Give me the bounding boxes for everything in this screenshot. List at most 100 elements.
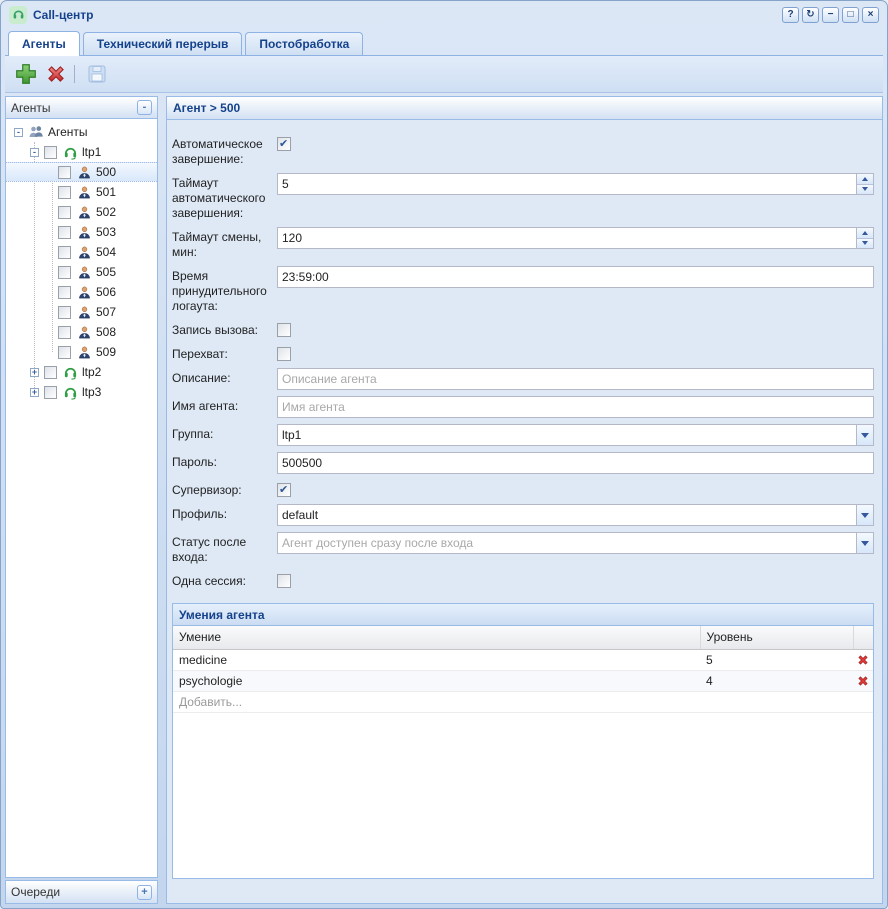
panel-splitter[interactable] bbox=[158, 96, 166, 904]
tree-row-agent[interactable]: 503 bbox=[6, 222, 157, 242]
queues-panel: Очереди + bbox=[5, 880, 158, 904]
agent-name-input[interactable] bbox=[277, 396, 874, 418]
titlebar: Call-центр ? ↻ − □ × bbox=[5, 1, 883, 28]
group-icon bbox=[28, 124, 44, 140]
tree-row-agent[interactable]: 500 bbox=[6, 162, 157, 182]
tree-checkbox[interactable] bbox=[44, 146, 57, 159]
tree-row-agent[interactable]: 509 bbox=[6, 342, 157, 362]
agent-skills-title: Умения агента bbox=[179, 608, 265, 622]
agent-person-icon bbox=[76, 164, 92, 180]
toolbar bbox=[5, 56, 883, 93]
spinner-up-button[interactable] bbox=[857, 174, 873, 185]
save-floppy-icon bbox=[86, 63, 108, 85]
tree-checkbox[interactable] bbox=[58, 266, 71, 279]
group-combo-input[interactable] bbox=[277, 424, 857, 446]
tree-row-agent[interactable]: 505 bbox=[6, 262, 157, 282]
agent-person-icon bbox=[76, 204, 92, 220]
tree-row-agent[interactable]: 506 bbox=[6, 282, 157, 302]
delete-x-icon bbox=[44, 62, 68, 86]
tree-agent-label: 505 bbox=[96, 265, 120, 279]
collapse-expander-icon[interactable]: - bbox=[14, 128, 23, 137]
tree-checkbox[interactable] bbox=[58, 306, 71, 319]
expand-expander-icon[interactable]: + bbox=[30, 368, 39, 377]
description-input[interactable] bbox=[277, 368, 874, 390]
single-session-checkbox[interactable] bbox=[277, 574, 291, 588]
tree-row-group[interactable]: +ltp3 bbox=[6, 382, 157, 402]
agents-panel-header[interactable]: Агенты - bbox=[6, 97, 157, 119]
close-button[interactable]: × bbox=[862, 7, 879, 23]
tree-checkbox[interactable] bbox=[58, 286, 71, 299]
delete-skill-button[interactable] bbox=[856, 653, 870, 667]
tree-checkbox[interactable] bbox=[44, 366, 57, 379]
tree-row-agent[interactable]: 504 bbox=[6, 242, 157, 262]
skill-row[interactable]: psychologie4 bbox=[173, 670, 873, 691]
tree-checkbox[interactable] bbox=[58, 226, 71, 239]
auto-timeout-input[interactable] bbox=[277, 173, 857, 195]
tree-checkbox[interactable] bbox=[58, 186, 71, 199]
refresh-button[interactable]: ↻ bbox=[802, 7, 819, 23]
call-recording-checkbox[interactable] bbox=[277, 323, 291, 337]
collapse-expander-icon[interactable]: - bbox=[30, 148, 39, 157]
skill-row[interactable]: medicine5 bbox=[173, 649, 873, 670]
skill-name-cell[interactable]: medicine bbox=[173, 649, 700, 670]
skill-level-cell[interactable]: 5 bbox=[700, 649, 853, 670]
tree-checkbox[interactable] bbox=[58, 326, 71, 339]
agent-skills-fieldset: Умения агента Умение Уровень medi bbox=[172, 603, 874, 879]
tab-agents[interactable]: Агенты bbox=[8, 31, 80, 56]
skill-name-cell[interactable]: psychologie bbox=[173, 670, 700, 691]
tree-row-agent[interactable]: 502 bbox=[6, 202, 157, 222]
tree-checkbox[interactable] bbox=[44, 386, 57, 399]
queues-panel-header[interactable]: Очереди + bbox=[6, 881, 157, 903]
supervisor-checkbox[interactable] bbox=[277, 483, 291, 497]
field-label-intercept: Перехват: bbox=[172, 344, 272, 362]
group-combo-trigger[interactable] bbox=[857, 424, 874, 446]
add-skill-row[interactable]: Добавить... bbox=[173, 691, 873, 712]
shift-timeout-input[interactable] bbox=[277, 227, 857, 249]
agent-person-icon bbox=[76, 304, 92, 320]
tree-row-group[interactable]: +ltp2 bbox=[6, 362, 157, 382]
tree-row-agent[interactable]: 508 bbox=[6, 322, 157, 342]
login-status-combo-trigger[interactable] bbox=[857, 532, 874, 554]
chevron-down-icon bbox=[861, 513, 869, 518]
agents-panel: Агенты - -Агенты-ltp1500501 502 503 504 505 5… bbox=[5, 96, 158, 878]
add-agent-button[interactable] bbox=[11, 59, 41, 89]
profile-combo-input[interactable] bbox=[277, 504, 857, 526]
spinner-up-button[interactable] bbox=[857, 228, 873, 239]
tree-row-root[interactable]: -Агенты bbox=[6, 122, 157, 142]
delete-skill-button[interactable] bbox=[856, 674, 870, 688]
tree-agent-label: 502 bbox=[96, 205, 120, 219]
spinner-down-button[interactable] bbox=[857, 185, 873, 195]
tree-checkbox[interactable] bbox=[58, 246, 71, 259]
help-button[interactable]: ? bbox=[782, 7, 799, 23]
spinner-down-button[interactable] bbox=[857, 239, 873, 249]
tree-agent-label: 504 bbox=[96, 245, 120, 259]
agent-person-icon bbox=[76, 324, 92, 340]
add-skill-placeholder[interactable]: Добавить... bbox=[173, 691, 873, 712]
tree-checkbox[interactable] bbox=[58, 166, 71, 179]
tree-row-agent[interactable]: 501 bbox=[6, 182, 157, 202]
save-button[interactable] bbox=[82, 59, 112, 89]
skill-level-cell[interactable]: 4 bbox=[700, 670, 853, 691]
tree-row-agent[interactable]: 507 bbox=[6, 302, 157, 322]
tree-checkbox[interactable] bbox=[58, 206, 71, 219]
auto-finish-checkbox[interactable] bbox=[277, 137, 291, 151]
expand-expander-icon[interactable]: + bbox=[30, 388, 39, 397]
tree-row-group[interactable]: -ltp1 bbox=[6, 142, 157, 162]
password-input[interactable] bbox=[277, 452, 874, 474]
login-status-combo-input[interactable] bbox=[277, 532, 857, 554]
maximize-button[interactable]: □ bbox=[842, 7, 859, 23]
intercept-checkbox[interactable] bbox=[277, 347, 291, 361]
collapse-panel-button[interactable]: - bbox=[137, 100, 152, 115]
plus-icon bbox=[14, 62, 38, 86]
minimize-button[interactable]: − bbox=[822, 7, 839, 23]
field-label-supervisor: Супервизор: bbox=[172, 480, 272, 498]
delete-agent-button[interactable] bbox=[41, 59, 71, 89]
tree-checkbox[interactable] bbox=[58, 346, 71, 359]
expand-panel-button[interactable]: + bbox=[137, 885, 152, 900]
tab-tech-break[interactable]: Технический перерыв bbox=[83, 32, 243, 55]
skills-column-header-level[interactable]: Уровень bbox=[700, 626, 853, 649]
skills-column-header-skill[interactable]: Умение bbox=[173, 626, 700, 649]
logout-time-input[interactable] bbox=[277, 266, 874, 288]
tab-postprocessing[interactable]: Постобработка bbox=[245, 32, 363, 55]
profile-combo-trigger[interactable] bbox=[857, 504, 874, 526]
